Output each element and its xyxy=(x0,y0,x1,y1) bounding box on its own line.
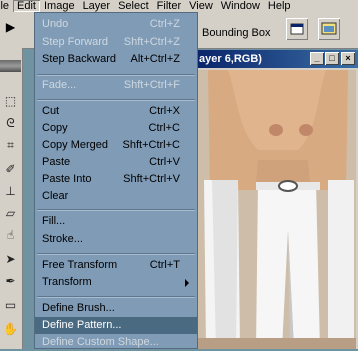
bounding-box-label[interactable]: Bounding Box xyxy=(202,27,271,39)
edit-menu: Undo Ctrl+Z Step Forward Shft+Ctrl+Z Ste… xyxy=(34,12,198,349)
figure-image xyxy=(198,70,356,349)
marquee-icon[interactable]: ⬚ xyxy=(1,92,20,110)
menu-item-label: Paste Into xyxy=(42,173,92,185)
tool-thumbnail xyxy=(0,60,21,72)
menu-separator xyxy=(37,74,195,76)
menu-item-shortcut: Shft+Ctrl+Z xyxy=(123,36,180,48)
document-window: ayer 6,RGB) _ □ × xyxy=(196,50,358,349)
menu-item-define-pattern[interactable]: Define Pattern... xyxy=(35,317,197,334)
menu-item-define-custom-shape[interactable]: Define Custom Shape... xyxy=(35,334,197,351)
minimize-button[interactable]: _ xyxy=(310,52,324,65)
menu-item-label: Cut xyxy=(42,105,60,117)
menu-item-shortcut: Ctrl+V xyxy=(149,156,180,168)
menu-item-label: Define Custom Shape... xyxy=(42,336,159,348)
document-title: ayer 6,RGB) xyxy=(199,53,262,65)
notes-icon[interactable]: ▭ xyxy=(1,296,20,314)
menu-item-paste[interactable]: Paste Ctrl+V xyxy=(35,154,197,171)
image-canvas[interactable] xyxy=(198,70,356,349)
menu-filter[interactable]: Filter xyxy=(153,0,185,12)
menu-item-label: Transform xyxy=(42,276,92,288)
menu-item-shortcut: Ctrl+Z xyxy=(149,18,180,30)
palette-button[interactable] xyxy=(286,18,308,40)
maximize-button[interactable]: □ xyxy=(325,52,339,65)
file-browser-button[interactable] xyxy=(318,18,340,40)
menu-item-shortcut: Shft+Ctrl+F xyxy=(123,79,180,91)
menu-item-label: Step Forward xyxy=(42,36,109,48)
menu-item-cut[interactable]: Cut Ctrl+X xyxy=(35,103,197,120)
file-browser-icon xyxy=(321,22,337,35)
document-title-bar[interactable]: ayer 6,RGB) _ □ × xyxy=(196,50,358,68)
menu-item-label: Define Pattern... xyxy=(42,319,122,331)
menu-separator xyxy=(37,296,195,298)
submenu-arrow-icon xyxy=(185,279,189,287)
menu-item-label: Step Backward xyxy=(42,53,116,65)
hand-icon[interactable]: ✋ xyxy=(1,320,20,338)
crop-icon[interactable]: ⌗ xyxy=(1,136,20,154)
menu-separator xyxy=(37,209,195,211)
menu-item-copy[interactable]: Copy Ctrl+C xyxy=(35,120,197,137)
menu-item-shortcut: Ctrl+T xyxy=(149,259,180,271)
menu-item-undo[interactable]: Undo Ctrl+Z xyxy=(35,16,197,33)
menu-help[interactable]: Help xyxy=(264,0,295,12)
menu-bar: ile Edit Image Layer Select Filter View … xyxy=(0,0,358,12)
menu-separator xyxy=(37,253,195,255)
eraser-icon[interactable]: ▱ xyxy=(1,204,20,222)
menu-window[interactable]: Window xyxy=(217,0,264,12)
lasso-icon[interactable]: ᘓ xyxy=(1,114,20,132)
menu-item-shortcut: Ctrl+X xyxy=(149,105,180,117)
menu-item-paste-into[interactable]: Paste Into Shft+Ctrl+V xyxy=(35,171,197,188)
menu-item-label: Undo xyxy=(42,18,69,30)
menu-item-transform[interactable]: Transform xyxy=(35,274,197,291)
menu-item-fade[interactable]: Fade... Shft+Ctrl+F xyxy=(35,77,197,94)
menu-item-clear[interactable]: Clear xyxy=(35,188,197,205)
menu-item-free-transform[interactable]: Free Transform Ctrl+T xyxy=(35,257,197,274)
menu-item-step-backward[interactable]: Step Backward Alt+Ctrl+Z xyxy=(35,51,197,68)
menu-item-shortcut: Ctrl+C xyxy=(148,122,180,134)
path-select-icon[interactable]: ➤ xyxy=(1,250,20,268)
menu-separator xyxy=(37,99,195,101)
menu-item-define-brush[interactable]: Define Brush... xyxy=(35,300,197,317)
menu-item-label: Copy Merged xyxy=(42,139,109,151)
menu-item-stroke[interactable]: Stroke... xyxy=(35,231,197,248)
menu-item-label: Free Transform xyxy=(42,259,118,271)
menu-item-label: Copy xyxy=(42,122,68,134)
menu-layer[interactable]: Layer xyxy=(79,0,115,12)
menu-item-shortcut: Shft+Ctrl+C xyxy=(122,139,180,151)
menu-file[interactable]: ile xyxy=(0,0,13,12)
menu-item-label: Clear xyxy=(42,190,69,202)
palette-icon xyxy=(290,23,304,35)
move-tool-icon[interactable]: ▶ xyxy=(1,18,20,36)
menu-item-label: Stroke... xyxy=(42,233,83,245)
menu-image[interactable]: Image xyxy=(40,0,79,12)
menu-item-label: Fade... xyxy=(42,79,77,91)
tools-palette: ▶ ⬚ ᘓ ⌗ ✐ ⊥ ▱ ☝ ➤ ✒ ▭ ✋ xyxy=(0,20,23,349)
menu-edit[interactable]: Edit xyxy=(13,0,40,12)
menu-item-shortcut: Alt+Ctrl+Z xyxy=(130,53,180,65)
smudge-icon[interactable]: ☝ xyxy=(1,226,20,244)
menu-item-shortcut: Shft+Ctrl+V xyxy=(123,173,180,185)
menu-view[interactable]: View xyxy=(185,0,217,12)
menu-item-copy-merged[interactable]: Copy Merged Shft+Ctrl+C xyxy=(35,137,197,154)
pen-icon[interactable]: ✒ xyxy=(1,272,20,290)
menu-item-label: Paste xyxy=(42,156,71,168)
menu-item-label: Define Brush... xyxy=(42,302,115,314)
stamp-icon[interactable]: ⊥ xyxy=(1,182,20,200)
menu-item-label: Fill... xyxy=(42,215,66,227)
menu-item-step-forward[interactable]: Step Forward Shft+Ctrl+Z xyxy=(35,34,197,51)
brush-icon[interactable]: ✐ xyxy=(1,160,20,178)
close-button[interactable]: × xyxy=(341,52,355,65)
menu-select[interactable]: Select xyxy=(114,0,153,12)
menu-item-fill[interactable]: Fill... xyxy=(35,213,197,230)
